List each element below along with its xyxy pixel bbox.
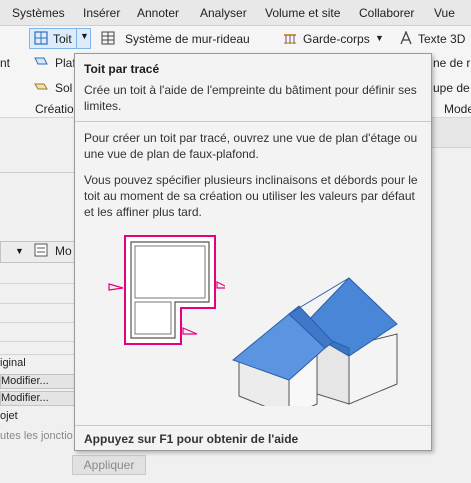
menu-bar: Systèmes Insérer Annoter Analyser Volume… xyxy=(0,0,471,26)
menu-volume-et-site[interactable]: Volume et site xyxy=(265,6,340,20)
view-tab-strip xyxy=(432,118,471,148)
tooltip-title: Toit par tracé xyxy=(84,62,160,76)
ceiling-icon xyxy=(34,57,48,65)
plafond-button[interactable]: Plaf xyxy=(55,56,76,70)
3d-roof-illustration xyxy=(232,277,398,406)
toit-label: Toit xyxy=(53,32,72,46)
menu-vue[interactable]: Vue xyxy=(434,6,455,20)
prop-row-line xyxy=(0,354,75,355)
text-3d-icon xyxy=(400,31,412,45)
prop-modifier-field-1[interactable]: Modifier... xyxy=(0,374,78,389)
prop-modifier-field-2[interactable]: Modifier... xyxy=(0,391,78,406)
menu-systemes[interactable]: Systèmes xyxy=(12,6,65,20)
tooltip-instructions: Pour créer un toit par tracé, ouvrez une… xyxy=(84,131,418,161)
chevron-down-icon[interactable]: ▼ xyxy=(80,31,89,41)
prop-row-line xyxy=(0,341,75,342)
prop-row-line xyxy=(0,303,75,304)
toit-split-divider xyxy=(76,29,77,48)
tooltip-toit-par-trace: Toit par tracé Crée un toit à l'aide de … xyxy=(74,53,432,451)
menu-collaborer[interactable]: Collaborer xyxy=(359,6,414,20)
apply-button[interactable]: Appliquer xyxy=(72,455,146,475)
prop-row-line xyxy=(0,322,75,323)
tooltip-footer-divider xyxy=(75,425,431,426)
toit-button[interactable]: Toit ▼ xyxy=(29,28,91,49)
menu-analyser[interactable]: Analyser xyxy=(200,6,247,20)
edit-type-icon[interactable] xyxy=(34,243,48,257)
prop-row-line xyxy=(0,283,75,284)
tooltip-description: Crée un toit à l'aide de l'empreinte du … xyxy=(84,83,417,113)
modifier-button-2[interactable]: Modifier... xyxy=(1,392,49,404)
chevron-down-icon[interactable]: ▼ xyxy=(375,33,384,43)
texte-3d-button[interactable]: Texte 3D xyxy=(418,32,465,46)
garde-corps-button[interactable]: Garde-corps xyxy=(303,32,370,46)
panel-divider xyxy=(0,172,75,173)
curtain-wall-icon xyxy=(101,31,115,45)
roof-grid-icon xyxy=(34,31,48,45)
prop-projet: ojet xyxy=(0,410,18,422)
prop-original: iginal xyxy=(0,357,26,369)
tooltip-details: Vous pouvez spécifier plusieurs inclinai… xyxy=(84,173,418,219)
ribbon-right-partial-1[interactable]: ne de r xyxy=(433,56,470,70)
sol-button[interactable]: Sol xyxy=(55,81,72,95)
floor-icon xyxy=(34,83,48,90)
tooltip-divider xyxy=(75,121,431,122)
ribbon-left-partial: nt xyxy=(0,56,11,70)
menu-annoter[interactable]: Annoter xyxy=(137,6,179,20)
prop-jonctions: utes les jonctio xyxy=(0,430,73,442)
mur-rideau-button[interactable]: Système de mur-rideau xyxy=(125,32,250,46)
modifier-type-label[interactable]: Mo xyxy=(55,244,72,258)
menu-inserer[interactable]: Insérer xyxy=(83,6,120,20)
modifier-button-1[interactable]: Modifier... xyxy=(1,375,49,387)
chevron-down-icon[interactable]: ▼ xyxy=(15,246,24,256)
tooltip-footer-help: Appuyez sur F1 pour obtenir de l'aide xyxy=(84,432,299,446)
ribbon-right-partial-2[interactable]: upe de xyxy=(433,81,470,95)
railing-icon xyxy=(284,34,296,44)
footprint-sketch-illustration xyxy=(108,235,225,345)
ribbon-right-partial-3: Mode xyxy=(444,102,471,116)
